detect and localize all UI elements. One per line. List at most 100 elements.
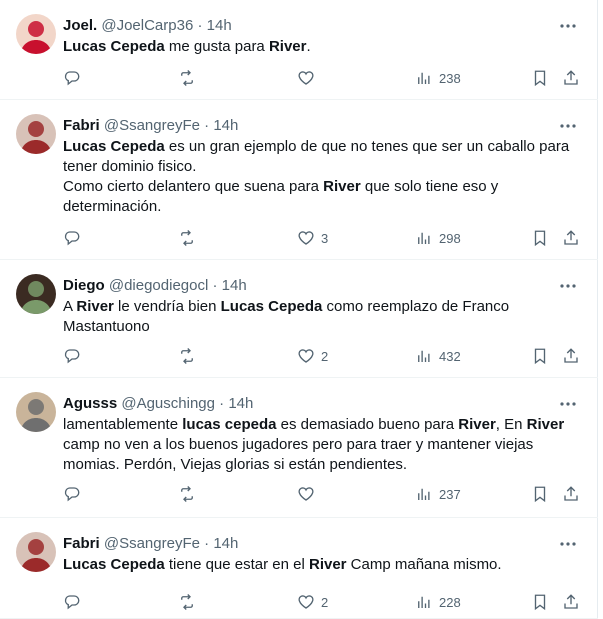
- share-button[interactable]: [562, 344, 580, 368]
- author-handle[interactable]: @Aguschingg: [121, 395, 215, 412]
- more-button[interactable]: [556, 274, 580, 298]
- tweet-text-line: Como cierto delantero que suena para Riv…: [63, 177, 583, 197]
- tweet[interactable]: Diego @diegodiegocl · 14h A River le vend…: [0, 260, 598, 378]
- text-segment: que solo tiene eso y: [360, 178, 499, 195]
- more-button[interactable]: [556, 114, 580, 138]
- reply-button[interactable]: [63, 66, 81, 90]
- bookmark-button[interactable]: [531, 226, 549, 250]
- timestamp[interactable]: 14h: [222, 277, 247, 294]
- tweet-text-line: Lucas Cepeda me gusta para River.: [63, 37, 583, 57]
- tweet-text-line: Mastantuono: [63, 317, 583, 337]
- tweet-header: Fabri @SsangreyFe · 14h: [63, 116, 598, 136]
- retweet-icon: [181, 486, 193, 502]
- text-segment: .: [306, 38, 311, 55]
- retweet-button[interactable]: [178, 66, 196, 90]
- retweet-icon: [181, 230, 193, 246]
- share-button[interactable]: [562, 482, 580, 506]
- bookmark-icon: [534, 594, 546, 611]
- reply-button[interactable]: [63, 226, 81, 250]
- timestamp[interactable]: 14h: [213, 117, 238, 134]
- bookmark-button[interactable]: [531, 482, 549, 506]
- tweet-header: Joel. @JoelCarp36 · 14h: [63, 16, 598, 36]
- separator-dot: ·: [193, 17, 207, 34]
- retweet-button[interactable]: [178, 226, 196, 250]
- highlighted-term: Lucas Cepeda: [63, 556, 165, 573]
- author-name[interactable]: Fabri: [63, 535, 100, 552]
- highlighted-term: Lucas Cepeda: [63, 138, 165, 155]
- share-button[interactable]: [562, 66, 580, 90]
- views-count: 298: [439, 230, 461, 246]
- text-segment: Como cierto delantero que suena para: [63, 178, 324, 195]
- reply-button[interactable]: [63, 482, 81, 506]
- tweet-text-line: Lucas Cepeda es un gran ejemplo de que n…: [63, 137, 583, 157]
- heart-icon: [298, 231, 314, 245]
- bookmark-button[interactable]: [531, 590, 549, 614]
- more-button[interactable]: [556, 532, 580, 556]
- like-button[interactable]: 2: [297, 344, 328, 368]
- tweet-text: A River le vendría bien Lucas Cepeda com…: [63, 297, 583, 337]
- heart-icon: [298, 487, 314, 501]
- author-handle[interactable]: @SsangreyFe: [104, 535, 200, 552]
- views-count[interactable]: 228: [415, 590, 461, 614]
- share-button[interactable]: [562, 590, 580, 614]
- heart-icon: [298, 71, 314, 85]
- highlighted-term: River: [323, 178, 361, 195]
- text-segment: , En: [495, 416, 527, 433]
- avatar[interactable]: [16, 14, 56, 54]
- retweet-button[interactable]: [178, 482, 196, 506]
- avatar-image: [16, 532, 56, 572]
- more-icon: [560, 24, 576, 28]
- tweet-text-line: determinación.: [63, 197, 583, 217]
- tweet-text-line: Lucas Cepeda tiene que estar en el River…: [63, 555, 583, 575]
- text-segment: A: [63, 298, 77, 315]
- views-count[interactable]: 238: [415, 66, 461, 90]
- share-button[interactable]: [562, 226, 580, 250]
- more-button[interactable]: [556, 392, 580, 416]
- tweet[interactable]: Fabri @SsangreyFe · 14h Lucas Cepeda es u…: [0, 100, 598, 260]
- tweet[interactable]: Agusss @Aguschingg · 14h lamentablemente …: [0, 378, 598, 518]
- views-icon: [418, 596, 430, 608]
- timestamp[interactable]: 14h: [228, 395, 253, 412]
- retweet-button[interactable]: [178, 590, 196, 614]
- timestamp[interactable]: 14h: [207, 17, 232, 34]
- share-icon: [564, 348, 578, 363]
- retweet-button[interactable]: [178, 344, 196, 368]
- tweet[interactable]: Joel. @JoelCarp36 · 14h Lucas Cepeda me g…: [0, 0, 598, 100]
- separator-dot: ·: [199, 535, 214, 552]
- likes-count: 2: [321, 594, 329, 610]
- highlighted-term: River: [308, 556, 347, 573]
- like-button[interactable]: 3: [297, 226, 328, 250]
- text-segment: momias. Perdón, Viejas glorias si están …: [63, 456, 408, 473]
- reply-button[interactable]: [63, 344, 81, 368]
- avatar[interactable]: [16, 392, 56, 432]
- highlighted-term: River: [526, 416, 565, 433]
- author-handle[interactable]: @JoelCarp36: [101, 17, 193, 34]
- like-button[interactable]: [297, 66, 315, 90]
- views-count[interactable]: 237: [415, 482, 461, 506]
- author-name[interactable]: Diego: [63, 277, 105, 294]
- avatar[interactable]: [16, 274, 56, 314]
- author-handle[interactable]: @diegodiegocl: [109, 277, 208, 294]
- author-name[interactable]: Agusss: [63, 395, 117, 412]
- views-count[interactable]: 432: [415, 344, 461, 368]
- tweet-text: Lucas Cepeda tiene que estar en el River…: [63, 555, 583, 575]
- like-button[interactable]: [297, 482, 315, 506]
- views-count[interactable]: 298: [415, 226, 461, 250]
- author-name[interactable]: Joel.: [63, 17, 97, 34]
- avatar[interactable]: [16, 532, 56, 572]
- timestamp[interactable]: 14h: [213, 535, 238, 552]
- more-button[interactable]: [556, 14, 580, 38]
- author-handle[interactable]: @SsangreyFe: [104, 117, 200, 134]
- like-button[interactable]: 2: [297, 590, 328, 614]
- author-name[interactable]: Fabri: [63, 117, 100, 134]
- reply-button[interactable]: [63, 590, 81, 614]
- bookmark-button[interactable]: [531, 66, 549, 90]
- avatar[interactable]: [16, 114, 56, 154]
- tweet[interactable]: Fabri @SsangreyFe · 14h Lucas Cepeda tien…: [0, 518, 598, 619]
- more-icon: [560, 284, 576, 288]
- highlighted-term: River: [268, 38, 307, 55]
- retweet-icon: [181, 70, 193, 86]
- action-bar: 238: [0, 66, 598, 90]
- highlighted-term: Lucas Cepeda: [220, 298, 323, 315]
- bookmark-button[interactable]: [531, 344, 549, 368]
